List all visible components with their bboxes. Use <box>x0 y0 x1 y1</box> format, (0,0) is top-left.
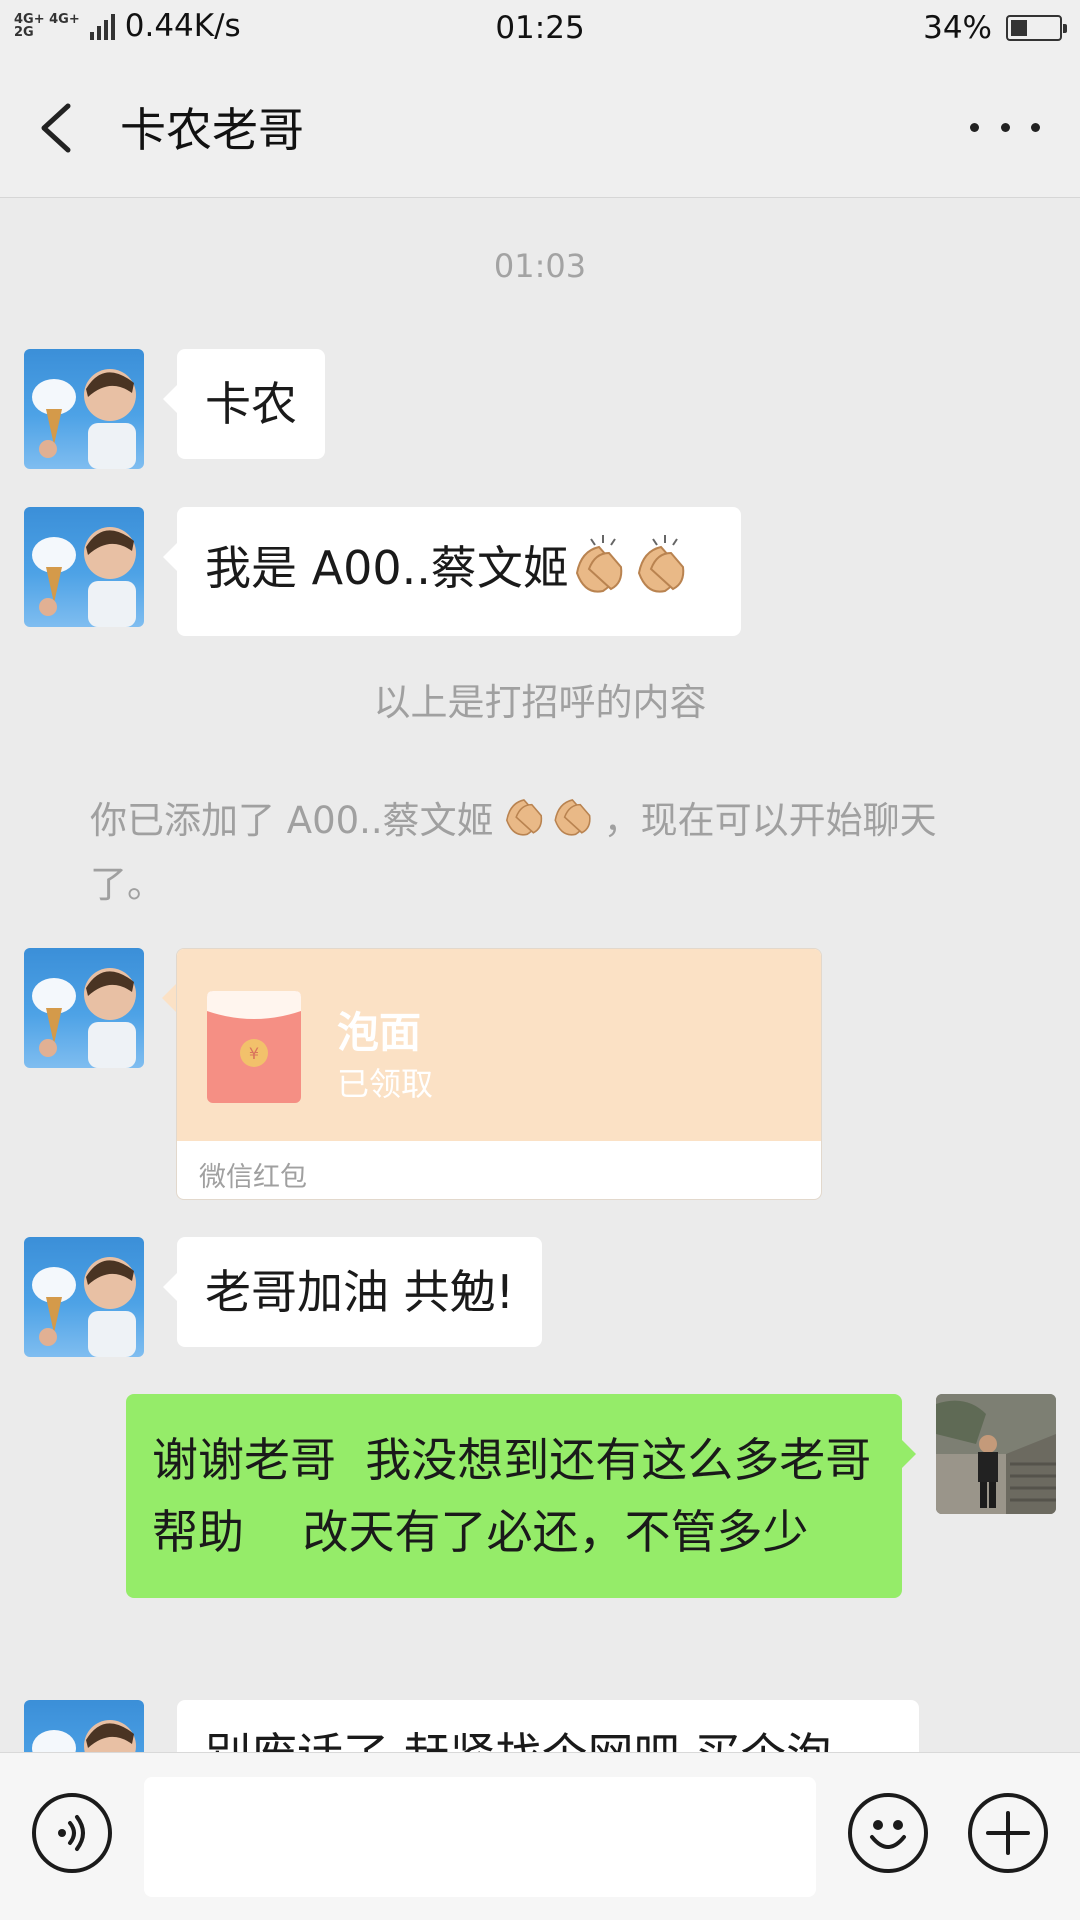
chat-messages[interactable]: 01:03 卡农 我是 A00..蔡文姬 以上是打招呼的内容 你已添加了 A00… <box>0 199 1080 1752</box>
bubble-tail <box>162 984 176 1012</box>
input-bar <box>0 1752 1080 1920</box>
status-time: 01:25 <box>495 10 585 46</box>
received-message[interactable]: 老哥加油 共勉! <box>162 1237 543 1347</box>
my-avatar[interactable] <box>936 1394 1056 1514</box>
message-text: 别废话了 赶紧找个网吧 买个泡 <box>205 1728 832 1752</box>
avatar-image <box>32 1257 136 1357</box>
avatar[interactable] <box>24 507 144 627</box>
sent-message[interactable]: 谢谢老哥 我没想到还有这么多老哥帮助 改天有了必还，不管多少 <box>126 1394 916 1598</box>
received-message[interactable]: 别废话了 赶紧找个网吧 买个泡 <box>177 1700 919 1752</box>
red-envelope-icon: ¥ <box>205 987 303 1105</box>
back-button[interactable] <box>34 96 86 160</box>
avatar[interactable] <box>24 1700 144 1752</box>
avatar-image <box>32 369 136 469</box>
red-packet-status: 已领取 <box>337 1065 434 1103</box>
red-packet-title: 泡面 <box>337 1008 422 1057</box>
more-icon <box>970 122 979 132</box>
received-message[interactable]: 卡农 <box>163 349 325 459</box>
emoji-icon <box>870 1820 906 1849</box>
avatar[interactable] <box>24 948 144 1068</box>
message-text: 我是 A00..蔡文姬 <box>205 541 569 595</box>
chat-header: 卡农老哥 <box>0 60 1080 198</box>
message-text: 老哥加油 共勉! <box>205 1265 515 1319</box>
emoji-button[interactable] <box>848 1793 928 1873</box>
avatar-image <box>936 1394 1056 1514</box>
battery-status: 34% <box>923 10 1067 46</box>
red-packet-message[interactable]: ¥ 泡面 已领取 微信红包 <box>176 948 822 1200</box>
plus-button[interactable] <box>968 1793 1048 1873</box>
red-packet-body: ¥ 泡面 已领取 <box>177 949 821 1141</box>
voice-icon <box>58 1815 85 1851</box>
voice-button[interactable] <box>32 1793 112 1873</box>
greeting-note: 以上是打招呼的内容 <box>373 681 707 724</box>
message-text: 卡农 <box>205 377 297 431</box>
avatar[interactable] <box>24 349 144 469</box>
more-button[interactable] <box>970 112 1040 142</box>
message-input[interactable] <box>144 1777 816 1897</box>
avatar-image <box>32 527 136 627</box>
red-packet-footer: 微信红包 <box>199 1162 307 1193</box>
friend-added-note: 你已添加了 A00..蔡文姬 ，现在可以开始聊天了。 <box>90 789 1000 914</box>
status-bar: 4G+ 4G+ 2G 0.44K/s 01:25 34% <box>0 0 1080 60</box>
battery-percent: 34% <box>923 10 992 46</box>
received-message[interactable]: 我是 A00..蔡文姬 <box>163 507 741 636</box>
message-timestamp: 01:03 <box>493 247 587 285</box>
svg-text:¥: ¥ <box>249 1044 259 1063</box>
clap-emoji <box>569 533 693 610</box>
battery-level <box>1011 20 1027 36</box>
plus-icon <box>986 1811 1030 1855</box>
battery-icon <box>1006 15 1067 41</box>
clap-emoji <box>494 789 604 856</box>
back-icon <box>41 103 71 153</box>
message-text: 谢谢老哥 我没想到还有这么多老哥帮助 改天有了必还，不管多少 <box>152 1433 872 1559</box>
avatar[interactable] <box>24 1237 144 1357</box>
avatar-image <box>32 1720 136 1752</box>
chat-title: 卡农老哥 <box>120 103 304 157</box>
avatar-image <box>32 968 136 1068</box>
